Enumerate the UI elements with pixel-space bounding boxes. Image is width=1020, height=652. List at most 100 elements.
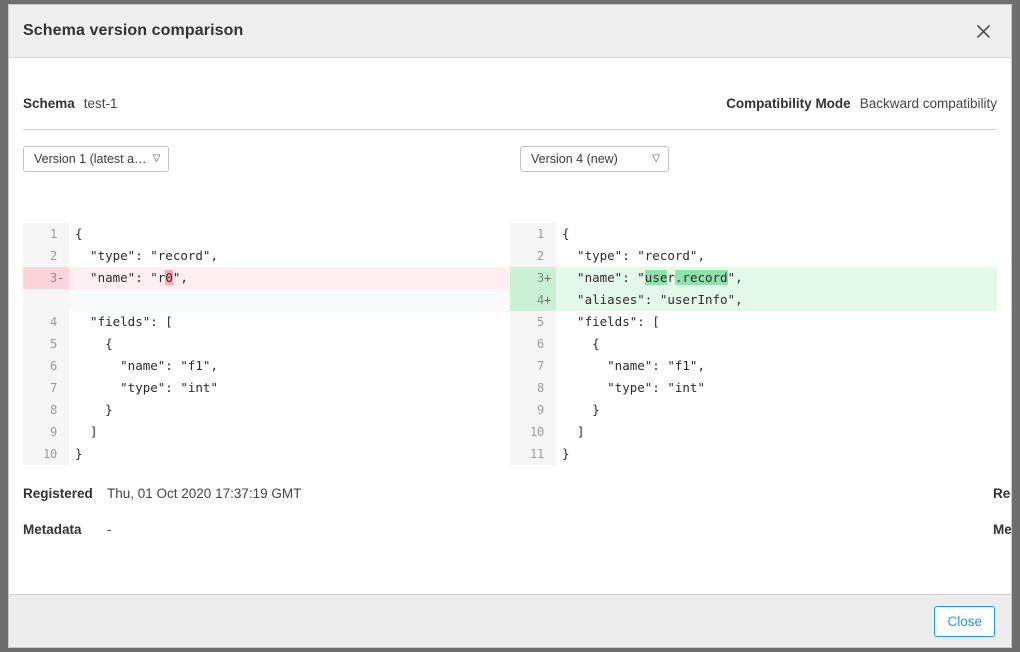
diff-line-number: 1 — [23, 223, 69, 245]
diff-line: 1{ — [510, 223, 997, 245]
diff-line-code: "aliases": "userInfo", — [556, 289, 997, 311]
diff-line-sign: - — [57, 267, 65, 289]
diff-line: 7 "name": "f1", — [510, 355, 997, 377]
diff-line: 9 ] — [23, 421, 510, 443]
diff-line: 6 "name": "f1", — [23, 355, 510, 377]
registered-label-left: Registered — [23, 486, 95, 501]
diff-line: 7 "type": "int" — [23, 377, 510, 399]
metadata-right: Metadata - — [510, 522, 997, 537]
diff-line-code: "type": "record", — [69, 245, 510, 267]
right-version-select[interactable]: Version 4 (new) ▽ — [520, 146, 669, 172]
close-icon[interactable] — [969, 17, 997, 45]
diff-line-code: ] — [556, 421, 997, 443]
diff-line-code: } — [556, 443, 997, 465]
diff-pane-right: 1{2 "type": "record",3+ "name": "user.re… — [510, 223, 997, 470]
diff-line-code: { — [556, 333, 997, 355]
diff-text: { — [562, 336, 600, 351]
diff-pane-left: 1{2 "type": "record",3- "name": "r0",4 "… — [23, 223, 510, 470]
diff-line: 10 ] — [510, 421, 997, 443]
diff-line-number: 5 — [510, 311, 556, 333]
diff-line-code: { — [69, 223, 510, 245]
diff-line-code: "name": "f1", — [556, 355, 997, 377]
dialog-title: Schema version comparison — [23, 22, 243, 40]
diff-line-code: "name": "r0", — [69, 267, 510, 289]
right-version-select-label: Version 4 (new) — [531, 152, 618, 166]
diff-line-code: "type": "int" — [69, 377, 510, 399]
diff-text: "name": " — [562, 270, 645, 285]
diff-line-code — [69, 289, 510, 311]
diff-line: 4 "fields": [ — [23, 311, 510, 333]
diff-line-code: "type": "record", — [556, 245, 997, 267]
schema-meta-row: Schema test-1 Compatibility Mode Backwar… — [23, 91, 997, 115]
diff-line-number: 3- — [23, 267, 69, 289]
diff-line-code: ] — [69, 421, 510, 443]
diff-line: 11} — [510, 443, 997, 465]
diff-line: 2 "type": "record", — [23, 245, 510, 267]
diff-text: "type": "int" — [75, 380, 218, 395]
compatibility-mode-group: Compatibility Mode Backward compatibilit… — [726, 96, 997, 111]
diff-line-code: { — [556, 223, 997, 245]
diff-line-sign: + — [544, 267, 552, 289]
diff-line-number: 3+ — [510, 267, 556, 289]
dialog-body: Schema test-1 Compatibility Mode Backwar… — [9, 58, 1011, 594]
registered-value-left: Thu, 01 Oct 2020 17:37:19 GMT — [107, 486, 301, 501]
dialog-footer: Close — [9, 594, 1011, 647]
metadata-left: Metadata - — [23, 522, 510, 537]
diff-line-number: 8 — [23, 399, 69, 421]
diff-line-number: 9 — [510, 399, 556, 421]
diff-word-removed: 0 — [165, 270, 173, 285]
diff-line: 3+ "name": "user.record", — [510, 267, 997, 289]
diff-text: ", — [173, 270, 188, 285]
diff-line-code: } — [556, 399, 997, 421]
diff-line-number — [23, 289, 69, 311]
chevron-down-icon: ▽ — [147, 154, 161, 164]
dialog-title-bar: Schema version comparison — [9, 5, 1011, 58]
registered-left: Registered Thu, 01 Oct 2020 17:37:19 GMT — [23, 486, 510, 501]
diff-line-code: "fields": [ — [69, 311, 510, 333]
header-divider — [23, 129, 997, 130]
schema-label: Schema — [23, 96, 75, 111]
diff-line: 1{ — [23, 223, 510, 245]
diff-text: "fields": [ — [75, 314, 173, 329]
metadata-label-right: Metadata — [993, 522, 1011, 537]
diff-line: 4+ "aliases": "userInfo", — [510, 289, 997, 311]
diff-line-code: { — [69, 333, 510, 355]
diff-text: { — [562, 226, 570, 241]
diff-text: "fields": [ — [562, 314, 660, 329]
diff-line-number: 6 — [23, 355, 69, 377]
diff-line-number: 4+ — [510, 289, 556, 311]
diff-line: 2 "type": "record", — [510, 245, 997, 267]
diff-line: 8 } — [23, 399, 510, 421]
left-version-select[interactable]: Version 1 (latest a… ▽ — [23, 146, 169, 172]
diff-line-code: "type": "int" — [556, 377, 997, 399]
diff-word-added: use — [645, 270, 668, 285]
diff-text: ] — [75, 424, 98, 439]
diff-text: r — [667, 270, 675, 285]
diff-line: 5 "fields": [ — [510, 311, 997, 333]
close-button[interactable]: Close — [934, 606, 995, 637]
diff-word-added: .record — [675, 270, 728, 285]
diff-line-code: } — [69, 443, 510, 465]
diff-text: } — [562, 446, 570, 461]
chevron-down-icon: ▽ — [646, 154, 660, 164]
schema-version-comparison-dialog: Schema version comparison Schema test-1 … — [8, 4, 1012, 648]
diff-text: "name": "f1", — [75, 358, 218, 373]
diff-line-number: 7 — [23, 377, 69, 399]
diff-line: 5 { — [23, 333, 510, 355]
diff-text: } — [562, 402, 600, 417]
diff-line-number: 8 — [510, 377, 556, 399]
diff-line-number: 1 — [510, 223, 556, 245]
diff-line: 8 "type": "int" — [510, 377, 997, 399]
schema-value: test-1 — [84, 96, 118, 111]
diff-text: } — [75, 402, 113, 417]
compatibility-mode-value: Backward compatibility — [860, 96, 997, 111]
compatibility-mode-label: Compatibility Mode — [726, 96, 851, 111]
diff-line-number: 7 — [510, 355, 556, 377]
diff-line-number: 11 — [510, 443, 556, 465]
diff-text: "aliases": "userInfo", — [562, 292, 743, 307]
diff-text: ] — [562, 424, 585, 439]
diff-text: "type": "record", — [562, 248, 705, 263]
diff-line-number: 5 — [23, 333, 69, 355]
diff-line-number: 9 — [23, 421, 69, 443]
diff-text: ", — [728, 270, 743, 285]
